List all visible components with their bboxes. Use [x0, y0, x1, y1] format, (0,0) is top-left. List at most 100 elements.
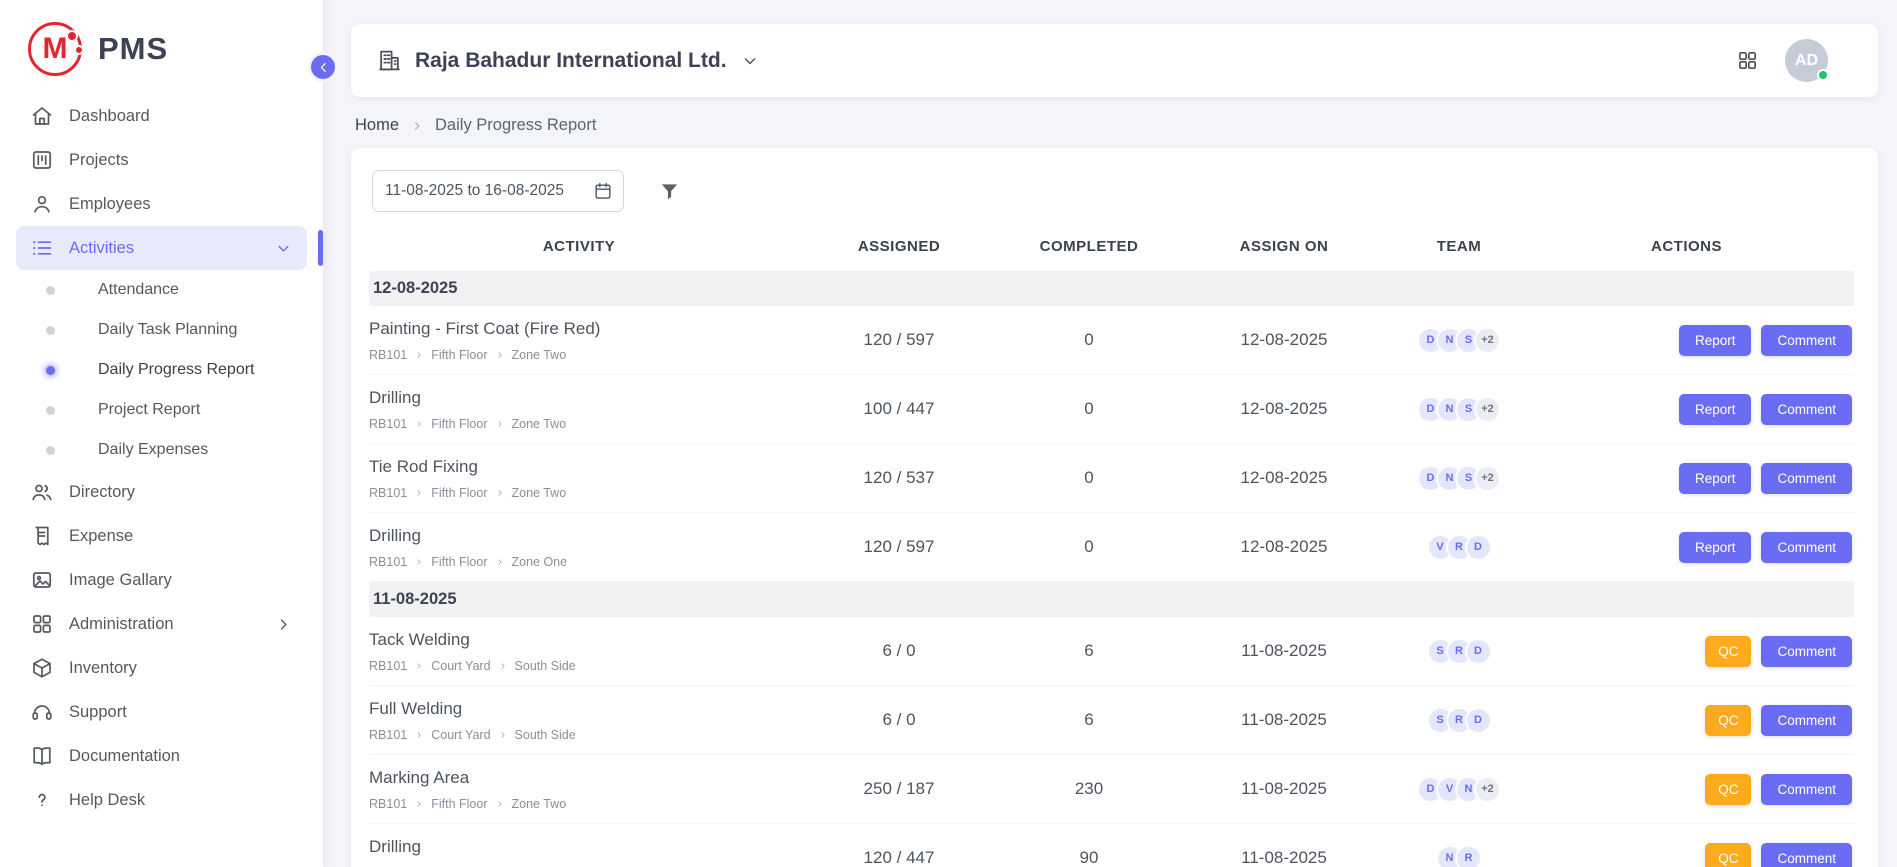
team-cell: DNS+2 [1399, 465, 1519, 492]
sidebar-item-activities[interactable]: Activities [16, 226, 307, 270]
team-avatar: D [1465, 707, 1492, 734]
comment-button[interactable]: Comment [1761, 532, 1852, 563]
location-path-part: RB101 [369, 417, 407, 431]
kanban-icon [30, 148, 54, 172]
location-path-part: Fifth Floor [431, 797, 487, 811]
team-extra-badge[interactable]: +2 [1474, 396, 1501, 423]
assigned-cell: 120 / 597 [789, 330, 1009, 350]
date-range-value[interactable] [385, 182, 585, 200]
sidebar-item-documentation[interactable]: Documentation [16, 734, 307, 778]
activity-cell: DrillingRB101Fifth FloorZone One [369, 526, 789, 569]
bullet-icon [46, 326, 55, 335]
table-row: Full WeldingRB101Court YardSouth Side6 /… [369, 686, 1854, 755]
location-path-part: Fifth Floor [431, 417, 487, 431]
user-icon [30, 192, 54, 216]
completed-cell: 90 [1009, 848, 1169, 867]
comment-button[interactable]: Comment [1761, 394, 1852, 425]
sidebar-item-directory[interactable]: Directory [16, 470, 307, 514]
location-path-part: Court Yard [431, 728, 490, 742]
breadcrumb-current: Daily Progress Report [435, 116, 596, 135]
comment-button[interactable]: Comment [1761, 325, 1852, 356]
grid-icon [30, 612, 54, 636]
chevron-right-icon [410, 119, 424, 133]
report-button[interactable]: Report [1679, 532, 1752, 563]
comment-button[interactable]: Comment [1761, 705, 1852, 736]
team-extra-badge[interactable]: +2 [1474, 465, 1501, 492]
location-path-part: RB101 [369, 797, 407, 811]
sidebar-subitem-daily-task-planning[interactable]: Daily Task Planning [16, 310, 307, 350]
completed-cell: 0 [1009, 399, 1169, 419]
comment-button[interactable]: Comment [1761, 463, 1852, 494]
qc-button[interactable]: QC [1705, 636, 1751, 667]
logo-text: PMS [98, 31, 168, 67]
sidebar-subitem-project-report[interactable]: Project Report [16, 390, 307, 430]
assigned-cell: 6 / 0 [789, 710, 1009, 730]
actions-cell: QC Comment [1519, 774, 1854, 805]
team-extra-badge[interactable]: +2 [1474, 776, 1501, 803]
completed-cell: 0 [1009, 537, 1169, 557]
main-area: Raja Bahadur International Ltd. AD Home … [323, 0, 1897, 867]
comment-button[interactable]: Comment [1761, 636, 1852, 667]
sidebar-subitem-daily-progress-report[interactable]: Daily Progress Report [16, 350, 307, 390]
user-avatar[interactable]: AD [1785, 39, 1828, 82]
chevron-right-icon [414, 419, 424, 429]
activity-location-path: RB101 Fifth Floor Zone Two [369, 797, 777, 811]
team-extra-badge[interactable]: +2 [1474, 327, 1501, 354]
location-path-part: Zone Two [512, 797, 567, 811]
sidebar-item-administration[interactable]: Administration [16, 602, 307, 646]
sidebar-item-inventory[interactable]: Inventory [16, 646, 307, 690]
location-path-part: South Side [515, 728, 576, 742]
apps-grid-button[interactable] [1736, 49, 1759, 72]
table-row: DrillingRB101Fifth FloorZone Two120 / 44… [369, 824, 1854, 867]
bullet-icon [46, 406, 55, 415]
chevron-right-icon [495, 488, 505, 498]
group-date-row: 11-08-2025 [369, 582, 1854, 617]
assign-on-cell: 11-08-2025 [1169, 848, 1399, 867]
sidebar-item-label: Administration [69, 615, 174, 634]
sidebar-subitem-daily-expenses[interactable]: Daily Expenses [16, 430, 307, 470]
filter-button[interactable] [658, 180, 681, 203]
sidebar-item-dashboard[interactable]: Dashboard [16, 94, 307, 138]
qc-button[interactable]: QC [1705, 705, 1751, 736]
activity-title: Drilling [369, 526, 777, 546]
comment-button[interactable]: Comment [1761, 843, 1852, 867]
report-button[interactable]: Report [1679, 325, 1752, 356]
activity-cell: DrillingRB101Fifth FloorZone Two [369, 837, 789, 867]
building-icon [377, 48, 402, 73]
activity-title: Painting - First Coat (Fire Red) [369, 319, 777, 339]
sidebar-item-support[interactable]: Support [16, 690, 307, 734]
company-selector[interactable]: Raja Bahadur International Ltd. [377, 48, 760, 73]
sidebar-subitem-label: Daily Progress Report [98, 361, 255, 379]
sidebar-item-employees[interactable]: Employees [16, 182, 307, 226]
report-button[interactable]: Report [1679, 463, 1752, 494]
report-button[interactable]: Report [1679, 394, 1752, 425]
team-cell: NR [1399, 845, 1519, 867]
activity-cell: Full WeldingRB101Court YardSouth Side [369, 699, 789, 742]
location-path-part: Fifth Floor [431, 555, 487, 569]
location-path-part: South Side [515, 659, 576, 673]
qc-button[interactable]: QC [1705, 843, 1751, 867]
team-avatar: D [1465, 638, 1492, 665]
chevron-right-icon [495, 799, 505, 809]
completed-cell: 0 [1009, 330, 1169, 350]
date-range-input[interactable] [372, 170, 624, 212]
activity-location-path: RB101Court YardSouth Side [369, 728, 777, 742]
sidebar-item-expense[interactable]: Expense [16, 514, 307, 558]
table-row: Tie Rod FixingRB101Fifth FloorZone Two12… [369, 444, 1854, 513]
table-row: DrillingRB101Fifth FloorZone Two100 / 44… [369, 375, 1854, 444]
sidebar-item-projects[interactable]: Projects [16, 138, 307, 182]
activity-location-path: RB101Fifth FloorZone Two [369, 417, 777, 431]
qc-button[interactable]: QC [1705, 774, 1751, 805]
breadcrumb-home[interactable]: Home [355, 116, 399, 135]
activity-title: Full Welding [369, 699, 777, 719]
sidebar-item-help-desk[interactable]: Help Desk [16, 778, 307, 822]
help-icon [30, 788, 54, 812]
assigned-cell: 120 / 447 [789, 848, 1009, 867]
sidebar-item-image-gallary[interactable]: Image Gallary [16, 558, 307, 602]
comment-button[interactable]: Comment [1761, 774, 1852, 805]
chevron-down-icon [740, 51, 760, 71]
sidebar-collapse-button[interactable] [308, 52, 338, 82]
activity-cell: Tie Rod FixingRB101Fifth FloorZone Two [369, 457, 789, 500]
sidebar-subitem-attendance[interactable]: Attendance [16, 270, 307, 310]
team-avatar: D [1465, 534, 1492, 561]
